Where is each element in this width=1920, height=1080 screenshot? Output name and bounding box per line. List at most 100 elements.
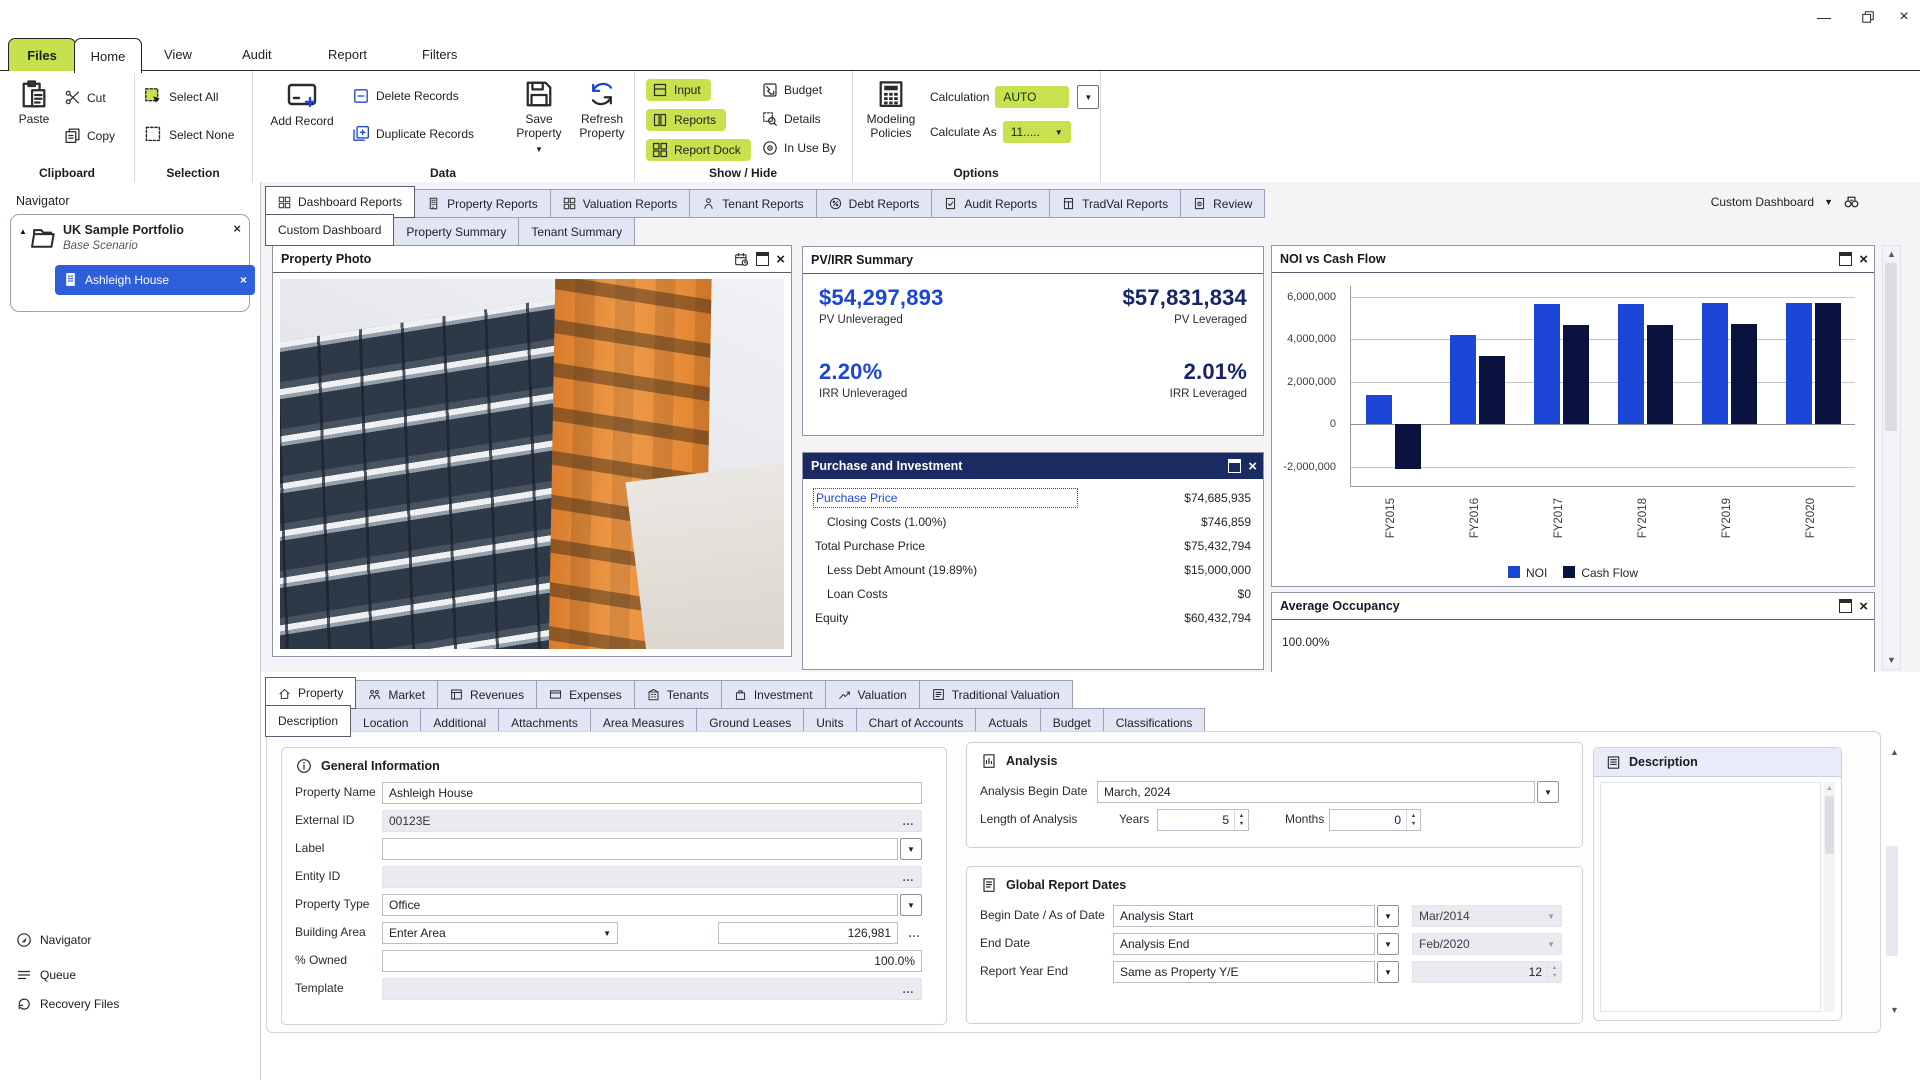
years-spinner[interactable]: 5 ▲▼ xyxy=(1157,809,1249,831)
in-use-by-button[interactable]: In Use By xyxy=(762,140,836,156)
collapse-portfolio-icon[interactable]: ▲ xyxy=(19,227,27,236)
pct-owned-input[interactable]: 100.0% xyxy=(382,950,922,972)
description-textarea[interactable] xyxy=(1600,782,1821,1012)
cut-button[interactable]: Cut xyxy=(64,89,106,106)
add-record-button[interactable]: Add Record xyxy=(264,79,340,129)
close-property-button[interactable]: × xyxy=(240,273,247,287)
close-portfolio-button[interactable]: × xyxy=(233,221,241,236)
description-scroll-up-icon[interactable]: ▲ xyxy=(1826,785,1833,792)
label-dropdown-button[interactable]: ▼ xyxy=(900,838,922,860)
scroll-down-icon[interactable]: ▼ xyxy=(1887,656,1896,665)
maximize-photo-icon[interactable] xyxy=(756,252,769,266)
ribbon-tab-view[interactable]: View xyxy=(140,38,216,70)
months-spinner-buttons[interactable]: ▲▼ xyxy=(1406,810,1420,830)
save-property-dropdown-icon[interactable]: ▼ xyxy=(535,145,543,154)
property-nav-item[interactable]: Ashleigh House × xyxy=(55,265,255,295)
report-year-end-dropdown-button[interactable]: ▼ xyxy=(1377,961,1399,983)
close-purchase-icon[interactable]: × xyxy=(1248,459,1257,474)
portfolio-card[interactable]: ▲ UK Sample Portfolio Base Scenario × As… xyxy=(10,214,250,312)
label-input[interactable] xyxy=(382,838,898,860)
report-tab-tradval-reports[interactable]: TradVal Reports xyxy=(1050,189,1181,218)
details-button[interactable]: Details xyxy=(762,111,821,127)
building-area-input[interactable]: 126,981 xyxy=(718,922,898,944)
calculation-dropdown-icon[interactable]: ▼ xyxy=(1077,85,1099,109)
ribbon-tab-home[interactable]: Home xyxy=(74,38,142,73)
close-occupancy-icon[interactable]: × xyxy=(1859,599,1868,614)
calculate-as-select[interactable]: 11..... ▼ xyxy=(1003,121,1071,143)
report-tab-tenant-reports[interactable]: Tenant Reports xyxy=(690,189,816,218)
sidebar-footer-navigator[interactable]: Navigator xyxy=(16,932,91,948)
entity-id-more-button[interactable]: … xyxy=(902,870,915,884)
purchase-row-purchase-price[interactable]: Purchase Price$74,685,935 xyxy=(813,487,1251,508)
purchase-row-loan-costs[interactable]: Loan Costs$0 xyxy=(813,583,1251,604)
close-chart-icon[interactable]: × xyxy=(1859,252,1868,267)
purchase-row-equity[interactable]: Equity$60,432,794 xyxy=(813,607,1251,628)
select-all-button[interactable]: Select All xyxy=(144,87,218,106)
ribbon-tab-audit[interactable]: Audit xyxy=(218,38,296,70)
copy-button[interactable]: Copy xyxy=(64,127,115,144)
purchase-row-less-debt-amount-19-89[interactable]: Less Debt Amount (19.89%)$15,000,000 xyxy=(813,559,1251,580)
begin-date-dropdown-button[interactable]: ▼ xyxy=(1377,905,1399,927)
maximize-chart-icon[interactable] xyxy=(1839,252,1852,266)
bar-cash-flow-fy2018 xyxy=(1647,325,1673,424)
calculation-select[interactable]: AUTO xyxy=(995,86,1069,108)
end-date-dropdown-button[interactable]: ▼ xyxy=(1377,933,1399,955)
dashboard-tab-custom-dashboard[interactable]: Custom Dashboard xyxy=(265,214,394,246)
minimize-button[interactable]: — xyxy=(1814,8,1834,26)
pane-scroll-down-icon[interactable]: ▼ xyxy=(1890,1006,1899,1015)
detail-tab-description[interactable]: Description xyxy=(265,705,351,737)
purchase-row-closing-costs-1-00[interactable]: Closing Costs (1.00%)$746,859 xyxy=(813,511,1251,532)
report-year-end-select[interactable]: Same as Property Y/E xyxy=(1113,961,1375,983)
toggle-reports-button[interactable]: Reports xyxy=(646,109,726,131)
delete-records-button[interactable]: Delete Records xyxy=(352,87,459,105)
dashboard-tab-property-summary[interactable]: Property Summary xyxy=(394,217,519,246)
maximize-purchase-icon[interactable] xyxy=(1228,459,1241,473)
refresh-property-button[interactable]: Refresh Property xyxy=(574,79,630,141)
begin-date-select[interactable]: Analysis Start xyxy=(1113,905,1375,927)
months-spinner[interactable]: 0 ▲▼ xyxy=(1329,809,1421,831)
property-type-select[interactable]: Office xyxy=(382,894,898,916)
pane-scrollbar-thumb[interactable] xyxy=(1886,846,1898,956)
report-tab-review[interactable]: Review xyxy=(1181,189,1265,218)
description-scrollbar[interactable]: ▲ xyxy=(1824,782,1835,1012)
modeling-policies-button[interactable]: Modeling Policies xyxy=(860,79,922,141)
restore-button[interactable] xyxy=(1858,8,1878,26)
scroll-up-icon[interactable]: ▲ xyxy=(1887,250,1896,259)
photo-date-icon[interactable] xyxy=(734,252,749,267)
toggle-report-dock-button[interactable]: Report Dock xyxy=(646,139,751,161)
ribbon-tab-filters[interactable]: Filters xyxy=(398,38,481,70)
find-dashboard-icon[interactable] xyxy=(1843,193,1860,210)
close-window-button[interactable]: × xyxy=(1894,8,1914,26)
ribbon-tab-report[interactable]: Report xyxy=(304,38,391,70)
dashboard-tab-tenant-summary[interactable]: Tenant Summary xyxy=(519,217,635,246)
report-tab-debt-reports[interactable]: Debt Reports xyxy=(817,189,933,218)
dashboard-scrollbar-thumb[interactable] xyxy=(1885,263,1897,431)
sidebar-footer-recovery-files[interactable]: Recovery Files xyxy=(16,996,119,1012)
purchase-row-total-purchase-price[interactable]: Total Purchase Price$75,432,794 xyxy=(813,535,1251,556)
toggle-input-button[interactable]: Input xyxy=(646,79,711,101)
paste-button[interactable]: Paste xyxy=(10,79,58,127)
years-spinner-buttons[interactable]: ▲▼ xyxy=(1234,810,1248,830)
external-id-more-button[interactable]: … xyxy=(902,814,915,828)
budget-button[interactable]: Budget xyxy=(762,82,822,98)
building-area-more-button[interactable]: … xyxy=(908,926,920,940)
description-scrollbar-thumb[interactable] xyxy=(1825,796,1834,854)
property-name-input[interactable]: Ashleigh House xyxy=(382,782,922,804)
dashboard-scrollbar[interactable]: ▲ ▼ xyxy=(1882,245,1901,670)
duplicate-records-button[interactable]: Duplicate Records xyxy=(352,125,474,143)
pane-scroll-up-icon[interactable]: ▲ xyxy=(1890,748,1899,757)
close-photo-icon[interactable]: × xyxy=(776,252,785,267)
dashboard-selector[interactable]: Custom Dashboard ▼ xyxy=(1711,193,1860,210)
sidebar-footer-queue[interactable]: Queue xyxy=(16,967,76,983)
maximize-occupancy-icon[interactable] xyxy=(1839,599,1852,613)
ribbon-tab-files[interactable]: Files xyxy=(8,38,76,71)
template-more-button[interactable]: … xyxy=(902,982,915,996)
analysis-begin-date-select[interactable]: March, 2024 xyxy=(1097,781,1535,803)
analysis-begin-date-dropdown-button[interactable]: ▼ xyxy=(1537,781,1559,803)
end-date-select[interactable]: Analysis End xyxy=(1113,933,1375,955)
select-none-button[interactable]: Select None xyxy=(144,125,234,144)
building-area-mode-select[interactable]: Enter Area ▼ xyxy=(382,922,618,944)
save-property-button[interactable]: Save Property ▼ xyxy=(504,79,574,154)
property-type-dropdown-button[interactable]: ▼ xyxy=(900,894,922,916)
report-tab-audit-reports[interactable]: Audit Reports xyxy=(932,189,1050,218)
